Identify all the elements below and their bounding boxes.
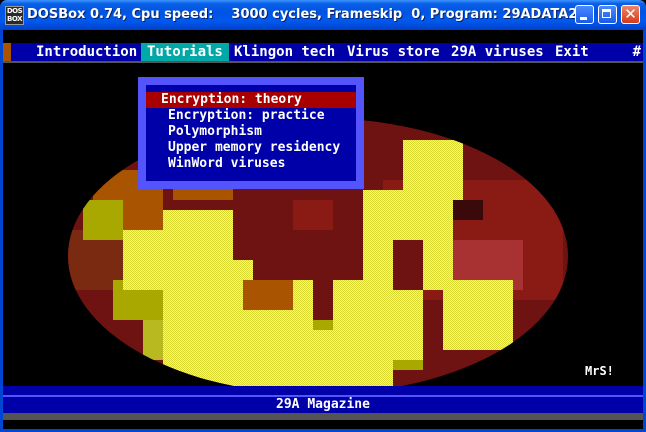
menu-exit[interactable]: Exit <box>551 43 593 61</box>
minimize-button[interactable] <box>575 5 594 24</box>
dropdown-item-upper-memory-residency[interactable]: Upper memory residency <box>152 140 352 156</box>
dropdown-item-encryption-theory[interactable]: Encryption: theory <box>146 92 356 108</box>
maximize-button[interactable] <box>598 5 617 24</box>
status-bar: 29A Magazine <box>3 395 643 413</box>
artist-signature: MrS! <box>585 364 614 378</box>
dosbox-app-icon[interactable]: DOS BOX <box>5 6 24 25</box>
dropdown-item-winword-viruses[interactable]: WinWord viruses <box>152 156 352 172</box>
dos-screen[interactable]: Introduction Tutorials Klingon tech Viru… <box>3 30 643 429</box>
minimize-icon <box>580 17 587 20</box>
menu-right-glyph: # <box>632 44 641 60</box>
status-text: 29A Magazine <box>276 397 370 412</box>
menu-virus-store[interactable]: Virus store <box>343 43 444 61</box>
menu-shadow <box>3 61 643 63</box>
maximize-icon <box>602 9 611 18</box>
menu-29a-viruses[interactable]: 29A viruses <box>447 43 548 61</box>
close-button[interactable]: ✕ <box>621 5 640 24</box>
main-menubar: Introduction Tutorials Klingon tech Viru… <box>3 43 643 61</box>
menu-klingon-tech[interactable]: Klingon tech <box>230 43 339 61</box>
window-title: DOSBox 0.74, Cpu speed: 3000 cycles, Fra… <box>27 7 578 22</box>
menu-introduction[interactable]: Introduction <box>28 43 145 61</box>
status-bar-top <box>3 386 643 395</box>
close-icon: ✕ <box>624 5 637 23</box>
dropdown-item-polymorphism[interactable]: Polymorphism <box>152 124 352 140</box>
menu-marker <box>3 43 11 61</box>
menu-tutorials[interactable]: Tutorials <box>141 43 229 61</box>
title-bar[interactable]: DOS BOX DOSBox 0.74, Cpu speed: 3000 cyc… <box>0 0 646 30</box>
dropdown-item-encryption-practice[interactable]: Encryption: practice <box>152 108 352 124</box>
status-shadow <box>3 413 643 420</box>
tutorials-dropdown-list: Encryption: theory Encryption: practice … <box>146 85 356 181</box>
tutorials-dropdown: Encryption: theory Encryption: practice … <box>138 77 364 189</box>
